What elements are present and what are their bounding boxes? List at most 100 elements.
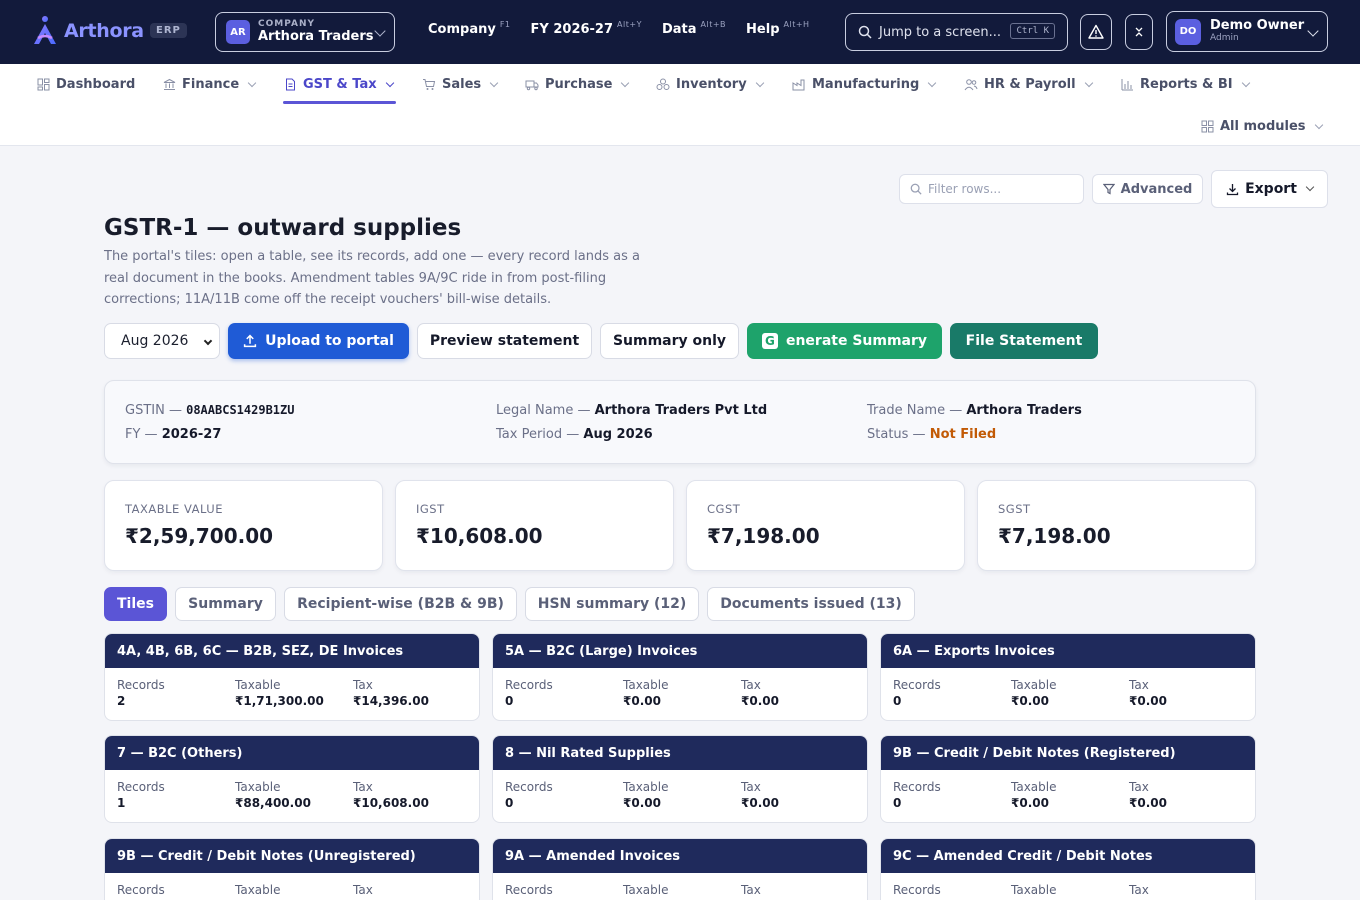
gstr1-table-tile[interactable]: 7 — B2C (Others) Records 1 Taxable ₹88,400.0… <box>104 735 480 823</box>
tab-documents-issued[interactable]: Documents issued (13) <box>707 587 915 621</box>
trade-name-field: Trade Name — Arthora Traders <box>867 403 1082 418</box>
gstin-value: 08AABCS1429B1ZU <box>186 403 295 417</box>
module-inventory[interactable]: Inventory <box>656 64 764 104</box>
truck-icon <box>525 77 539 91</box>
module-label: Inventory <box>676 76 747 92</box>
period-select[interactable]: Aug 2026 <box>104 323 220 359</box>
tab-hsn-summary[interactable]: HSN summary (12) <box>525 587 699 621</box>
advanced-filter-button[interactable]: Advanced <box>1092 174 1203 204</box>
jump-search-placeholder: Jump to a screen... <box>879 24 1002 40</box>
tab-recipient-wise[interactable]: Recipient-wise (B2B & 9B) <box>284 587 517 621</box>
tile-taxable: Taxable ₹88,400.00 <box>235 780 311 810</box>
gstr1-table-tile[interactable]: 8 — Nil Rated Supplies Records 0 Taxable ₹0.… <box>492 735 868 823</box>
tab-tiles[interactable]: Tiles <box>104 587 167 621</box>
gstr1-table-tile[interactable]: 6A — Exports Invoices Records 0 Taxable ₹0.0… <box>880 633 1256 721</box>
tile-records: Records <box>893 883 941 899</box>
records-value: 1 <box>117 796 126 810</box>
file-statement-button[interactable]: File Statement <box>950 323 1098 359</box>
menu-fy[interactable]: FY 2026-27 Alt+Y <box>531 20 642 37</box>
upload-label: Upload to portal <box>265 333 394 349</box>
tile-records: Records 2 <box>117 678 165 708</box>
module-sales[interactable]: Sales <box>422 64 499 104</box>
summary-only-button[interactable]: Summary only <box>600 323 739 359</box>
chevron-down-icon <box>1305 182 1315 192</box>
menu-company[interactable]: Company F1 <box>428 20 511 37</box>
chevron-down-icon <box>374 25 386 37</box>
module-gst-tax[interactable]: GST & Tax <box>283 64 396 104</box>
taxable-label: Taxable <box>1011 678 1057 692</box>
tab-summary[interactable]: Summary <box>175 587 276 621</box>
gstr1-table-tile[interactable]: 5A — B2C (Large) Invoices Records 0 Taxable… <box>492 633 868 721</box>
stat-label: CGST <box>707 502 741 516</box>
legal-name-label: Legal Name — <box>496 403 591 418</box>
user-role: Admin <box>1210 32 1239 43</box>
filter-rows-input[interactable]: Filter rows... <box>899 174 1084 204</box>
taxable-label: Taxable <box>235 678 281 692</box>
jump-search[interactable]: Jump to a screen... Ctrl K <box>845 13 1068 51</box>
alerts-button[interactable] <box>1080 14 1112 50</box>
users-icon <box>964 77 978 91</box>
fy-value: 2026-27 <box>161 427 222 442</box>
g-badge-icon: G <box>761 333 778 349</box>
gstr1-table-tile[interactable]: 9A — Amended Invoices Records Taxable Tax <box>492 838 868 900</box>
gstr1-table-tile[interactable]: 9B — Credit / Debit Notes (Registered) Re… <box>880 735 1256 823</box>
taxable-value: ₹0.00 <box>1011 694 1049 708</box>
module-finance[interactable]: Finance <box>162 64 257 104</box>
search-shortcut: Ctrl K <box>1010 23 1055 39</box>
generate-summary-button[interactable]: G enerate Summary <box>747 323 942 359</box>
arthora-logo-icon <box>34 16 56 44</box>
module-manufacturing[interactable]: Manufacturing <box>792 64 937 104</box>
module-label: All modules <box>1220 118 1306 134</box>
tile-title: 4A, 4B, 6B, 6C — B2B, SEZ, DE Invoices <box>105 634 479 668</box>
summary-only-label: Summary only <box>612 333 727 349</box>
menu-data[interactable]: Data Alt+B <box>662 20 726 37</box>
brand-logo[interactable]: Arthora <box>32 15 144 47</box>
tile-title: 5A — B2C (Large) Invoices <box>493 634 867 668</box>
module-reports-bi[interactable]: Reports & BI <box>1120 64 1250 104</box>
period-value: Aug 2026 <box>121 333 189 349</box>
module-hr-payroll[interactable]: HR & Payroll <box>964 64 1093 104</box>
tax-period-field: Tax Period — Aug 2026 <box>496 427 653 442</box>
tax-label: Tax <box>1129 678 1149 692</box>
search-icon <box>910 183 922 195</box>
preview-statement-button[interactable]: Preview statement <box>417 323 592 359</box>
records-value: 0 <box>893 796 902 810</box>
stat-value: ₹7,198.00 <box>707 524 820 548</box>
taxable-label: Taxable <box>235 883 281 897</box>
tax-label: Tax <box>741 678 761 692</box>
tile-title: 6A — Exports Invoices <box>881 634 1255 668</box>
gstr1-table-tile[interactable]: 9B — Credit / Debit Notes (Unregistered)… <box>104 838 480 900</box>
warning-icon <box>1088 24 1104 39</box>
menu-help-shortcut: Alt+H <box>783 20 810 29</box>
module-dashboard[interactable]: Dashboard <box>36 64 135 104</box>
filter-placeholder: Filter rows... <box>928 182 1002 196</box>
gstr1-table-tile[interactable]: 9C — Amended Credit / Debit Notes Records… <box>880 838 1256 900</box>
fy-label: FY — <box>125 427 158 442</box>
company-avatar: AR <box>226 20 250 44</box>
gstr1-table-tile[interactable]: 4A, 4B, 6B, 6C — B2B, SEZ, DE Invoices Re… <box>104 633 480 721</box>
taxable-label: Taxable <box>1011 780 1057 794</box>
module-label: Sales <box>442 76 482 92</box>
upload-to-portal-button[interactable]: Upload to portal <box>228 323 409 359</box>
collapse-button[interactable] <box>1125 14 1153 50</box>
module-purchase[interactable]: Purchase <box>525 64 630 104</box>
company-switcher[interactable]: AR COMPANY Arthora Traders <box>215 12 395 52</box>
user-name: Demo Owner <box>1210 18 1305 34</box>
tile-taxable: Taxable ₹0.00 <box>623 780 669 810</box>
module-all-modules[interactable]: All modules <box>1200 106 1323 146</box>
user-menu[interactable]: DO Demo Owner Admin <box>1166 11 1328 52</box>
menu-company-label: Company <box>428 22 496 37</box>
tile-taxable: Taxable <box>235 883 281 899</box>
chevron-down-icon <box>1307 25 1319 37</box>
chevron-down-icon <box>1241 78 1250 87</box>
export-button[interactable]: Export <box>1211 170 1328 208</box>
menu-company-shortcut: F1 <box>499 20 511 29</box>
gstin-label: GSTIN — <box>125 403 182 418</box>
legal-name-value: Arthora Traders Pvt Ltd <box>594 403 768 418</box>
records-label: Records <box>505 678 553 692</box>
stat-label: SGST <box>998 502 1031 516</box>
top-bar: Arthora ERP AR COMPANY Arthora Traders C… <box>0 0 1360 64</box>
menu-help[interactable]: Help Alt+H <box>746 20 810 37</box>
tile-taxable: Taxable ₹1,71,300.00 <box>235 678 324 708</box>
records-label: Records <box>893 678 941 692</box>
